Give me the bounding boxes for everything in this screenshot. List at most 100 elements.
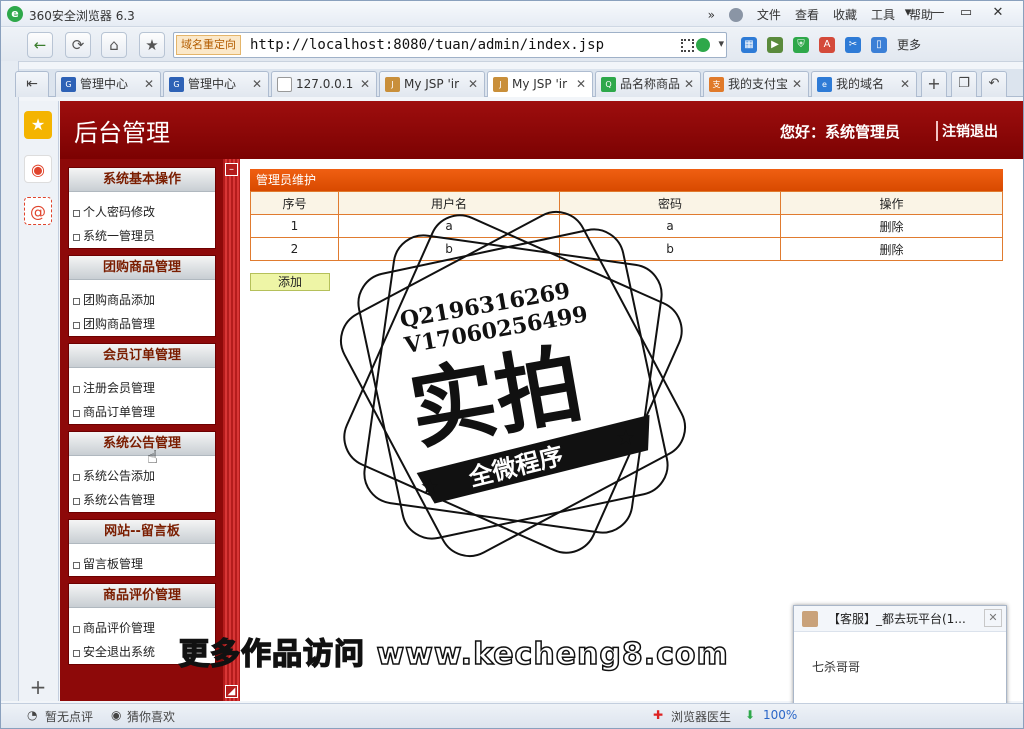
close-window-button[interactable]: ✕ xyxy=(985,3,1011,23)
security-shield-icon[interactable]: ⛨ xyxy=(793,36,809,53)
resize-corner-icon[interactable]: ◢ xyxy=(225,685,238,698)
double-chevron-icon[interactable]: » xyxy=(708,8,715,22)
menu-view[interactable]: 查看 xyxy=(795,6,819,23)
refresh-button[interactable]: ⟳ xyxy=(65,32,91,58)
title-bar: e 360安全浏览器 6.3 » 文件 查看 收藏 工具 帮助 ▾ — ▭ ✕ xyxy=(1,1,1023,27)
new-tab-button[interactable]: + xyxy=(921,71,947,97)
sidebar-item-members[interactable]: 注册会员管理 xyxy=(69,376,215,400)
tab-2[interactable]: G 管理中心 ✕ xyxy=(163,71,269,97)
tab-close-icon[interactable]: ✕ xyxy=(468,77,478,91)
tab-label: 我的域名 xyxy=(836,77,885,91)
qr-code-icon[interactable] xyxy=(681,39,694,52)
menu-tools[interactable]: 工具 xyxy=(871,6,895,23)
tab-close-icon[interactable]: ✕ xyxy=(684,77,694,91)
tab-close-icon[interactable]: ✕ xyxy=(576,77,586,91)
section-heading[interactable]: 系统基本操作 xyxy=(69,168,215,192)
tab-close-icon[interactable]: ✕ xyxy=(144,77,154,91)
toolbar-icons: ▦ ▶ ⛨ A ✂ ▯ 更多 xyxy=(741,36,921,53)
tab-3[interactable]: 127.0.0.1 ✕ xyxy=(271,71,377,97)
url-dropdown-icon[interactable]: ▾ xyxy=(718,37,724,50)
sidebar-item-reviews[interactable]: 商品评价管理 xyxy=(69,616,215,640)
doctor-cross-icon: ✚ xyxy=(653,708,664,722)
section-heading[interactable]: 会员订单管理 xyxy=(69,344,215,368)
favorites-star-icon[interactable]: ★ xyxy=(24,111,52,139)
sidebar-section-system: 系统基本操作 个人密码修改 系统一管理员 xyxy=(68,167,216,249)
sidebar-item-password[interactable]: 个人密码修改 xyxy=(69,200,215,224)
section-heading[interactable]: 商品评价管理 xyxy=(69,584,215,608)
media-icon[interactable]: ▶ xyxy=(767,36,783,53)
delete-link[interactable]: 删除 xyxy=(780,214,1003,238)
tab-label: My JSP 'ir xyxy=(512,77,568,91)
maximize-button[interactable]: ▭ xyxy=(953,3,979,23)
weibo-icon[interactable]: ◉ xyxy=(24,155,52,183)
tab-back-button[interactable]: ⇤ xyxy=(15,71,49,97)
tab-bar: ⇤ G 管理中心 ✕ G 管理中心 ✕ 127.0.0.1 ✕ J My JSP… xyxy=(15,69,1023,97)
tab-label: 我的支付宝 xyxy=(728,77,789,91)
logout-link[interactable]: 注销退出 xyxy=(936,121,998,141)
undo-close-button[interactable]: ↶ xyxy=(981,71,1007,97)
tab-close-icon[interactable]: ✕ xyxy=(792,77,802,91)
back-button[interactable]: ← xyxy=(27,32,53,58)
page-icon xyxy=(277,77,292,92)
section-heading[interactable]: 团购商品管理 xyxy=(69,256,215,280)
url-text[interactable]: http://localhost:8080/tuan/admin/index.j… xyxy=(250,37,604,53)
section-heading[interactable]: 网站--留言板 xyxy=(69,520,215,544)
browser-title: 360安全浏览器 6.3 xyxy=(29,9,135,23)
jsp-icon: J xyxy=(385,77,400,92)
home-button[interactable]: ⌂ xyxy=(101,32,127,58)
menu-file[interactable]: 文件 xyxy=(757,6,781,23)
plus-icon: + xyxy=(927,74,941,93)
url-field[interactable]: 域名重定向 http://localhost:8080/tuan/admin/i… xyxy=(173,32,727,58)
table-row: 2 b b 删除 xyxy=(250,237,1003,261)
tab-6[interactable]: Q 品名称商品 ✕ xyxy=(595,71,701,97)
add-admin-button[interactable]: 添加 xyxy=(250,273,330,291)
sidebar-add-icon[interactable]: + xyxy=(24,673,52,701)
address-bar: ← ⟳ ⌂ ★ 域名重定向 http://localhost:8080/tuan… xyxy=(1,28,1023,62)
sidebar-item-add-product[interactable]: 团购商品添加 xyxy=(69,288,215,312)
user-icon[interactable] xyxy=(728,7,743,22)
status-guess-you-like[interactable]: 猜你喜欢 xyxy=(127,708,175,725)
tab-close-icon[interactable]: ✕ xyxy=(900,77,910,91)
tab-8[interactable]: e 我的域名 ✕ xyxy=(811,71,917,97)
status-no-reviews[interactable]: 暂无点评 xyxy=(45,708,93,725)
more-menu[interactable]: 更多 xyxy=(897,36,921,53)
chat-header: 【客服】_都去玩平台(1... ✕ xyxy=(794,606,1006,632)
section-heading[interactable]: 系统公告管理 xyxy=(69,432,215,456)
tab-close-icon[interactable]: ✕ xyxy=(252,77,262,91)
tab-1[interactable]: G 管理中心 ✕ xyxy=(55,71,161,97)
sidebar-section-groupbuy: 团购商品管理 团购商品添加 团购商品管理 xyxy=(68,255,216,337)
collapse-sidebar-icon[interactable]: – xyxy=(225,163,238,176)
admin-sidebar: 系统基本操作 个人密码修改 系统一管理员 团购商品管理 团购商品添加 团购商品管… xyxy=(60,159,240,701)
mail-at-icon[interactable]: @ xyxy=(24,197,52,225)
apps-icon[interactable]: ▦ xyxy=(741,36,757,53)
sidebar-item-admins[interactable]: 系统一管理员 xyxy=(69,224,215,248)
phone-icon[interactable]: ▯ xyxy=(871,36,887,53)
redirect-tag[interactable]: 域名重定向 xyxy=(176,35,241,55)
sidebar-item-manage-notice[interactable]: 系统公告管理 xyxy=(69,488,215,512)
minimize-button[interactable]: — xyxy=(925,3,951,23)
delete-link[interactable]: 删除 xyxy=(780,237,1003,261)
sidebar-section-reviews: 商品评价管理 商品评价管理 安全退出系统 xyxy=(68,583,216,665)
menu-favorites[interactable]: 收藏 xyxy=(833,6,857,23)
tab-close-icon[interactable]: ✕ xyxy=(360,77,370,91)
favorite-star-button[interactable]: ★ xyxy=(139,32,165,58)
cell-password: b xyxy=(559,237,781,261)
screenshot-icon[interactable]: ✂ xyxy=(845,36,861,53)
translate-icon[interactable]: A xyxy=(819,36,835,53)
tab-5-active[interactable]: J My JSP 'ir ✕ xyxy=(487,71,593,97)
shirt-icon[interactable]: ▾ xyxy=(895,3,921,23)
jsp-icon: J xyxy=(493,77,508,92)
chat-close-button[interactable]: ✕ xyxy=(984,609,1002,627)
zoom-level[interactable]: 100% xyxy=(763,708,797,722)
sidebar-item-logout[interactable]: 安全退出系统 xyxy=(69,640,215,664)
tab-4[interactable]: J My JSP 'ir ✕ xyxy=(379,71,485,97)
sidebar-item-add-notice[interactable]: 系统公告添加 xyxy=(69,464,215,488)
sidebar-item-manage-product[interactable]: 团购商品管理 xyxy=(69,312,215,336)
tab-7[interactable]: 支 我的支付宝 ✕ xyxy=(703,71,809,97)
restore-tab-button[interactable]: ❐ xyxy=(951,71,977,97)
sidebar-item-guestbook[interactable]: 留言板管理 xyxy=(69,552,215,576)
sidebar-item-orders[interactable]: 商品订单管理 xyxy=(69,400,215,424)
browser-doctor-link[interactable]: 浏览器医生 xyxy=(671,708,731,725)
sidebar-splitter[interactable] xyxy=(223,159,240,701)
speed-mode-icon[interactable] xyxy=(696,38,710,52)
